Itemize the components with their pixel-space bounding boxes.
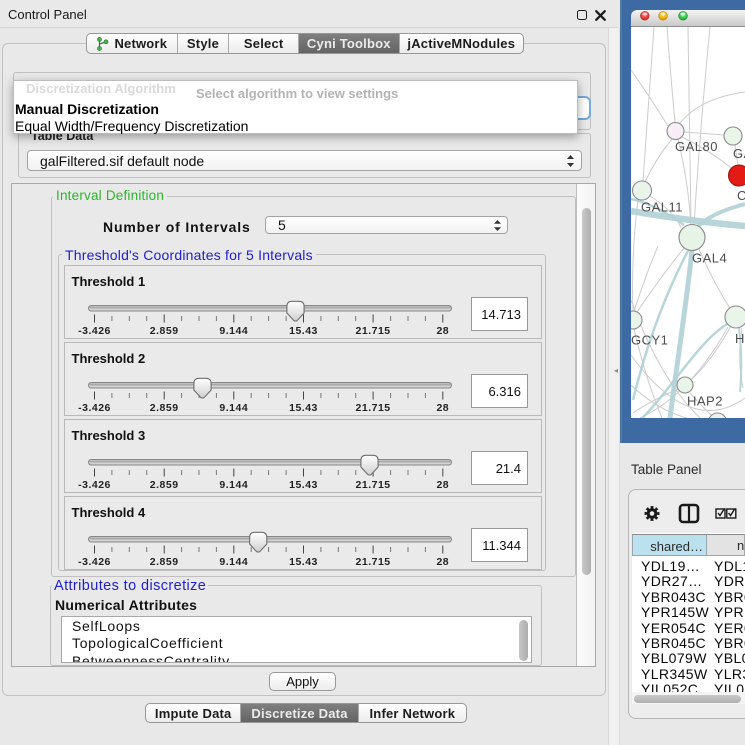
svg-text:15.43: 15.43 (289, 556, 318, 568)
svg-text:21.715: 21.715 (355, 479, 390, 491)
svg-text:GAL11: GAL11 (641, 200, 683, 215)
svg-text:2.859: 2.859 (149, 479, 178, 491)
svg-text:2.859: 2.859 (149, 325, 178, 337)
svg-text:C: C (737, 188, 745, 203)
svg-text:9.144: 9.144 (219, 479, 248, 491)
svg-text:28: 28 (436, 479, 449, 491)
svg-text:9.144: 9.144 (219, 325, 248, 337)
svg-text:-3.426: -3.426 (78, 325, 111, 337)
svg-text:GAL4: GAL4 (692, 251, 727, 266)
svg-text:28: 28 (436, 402, 449, 414)
svg-text:21.715: 21.715 (355, 325, 390, 337)
svg-text:28: 28 (436, 325, 449, 337)
svg-text:21.715: 21.715 (355, 556, 390, 568)
svg-text:-3.426: -3.426 (78, 479, 111, 491)
svg-text:2.859: 2.859 (149, 402, 178, 414)
svg-text:9.144: 9.144 (219, 556, 248, 568)
svg-text:HI: HI (735, 331, 745, 346)
svg-text:15.43: 15.43 (289, 402, 318, 414)
svg-text:28: 28 (436, 556, 449, 568)
svg-text:-3.426: -3.426 (78, 556, 111, 568)
svg-text:-3.426: -3.426 (78, 402, 111, 414)
svg-text:21.715: 21.715 (355, 402, 390, 414)
svg-text:9.144: 9.144 (219, 402, 248, 414)
svg-text:GCY1: GCY1 (631, 333, 668, 348)
svg-text:15.43: 15.43 (289, 325, 318, 337)
svg-text:15.43: 15.43 (289, 479, 318, 491)
svg-text:HAP2: HAP2 (687, 394, 723, 409)
svg-text:GA: GA (733, 146, 745, 161)
svg-text:GAL80: GAL80 (675, 139, 718, 154)
svg-text:2.859: 2.859 (149, 556, 178, 568)
